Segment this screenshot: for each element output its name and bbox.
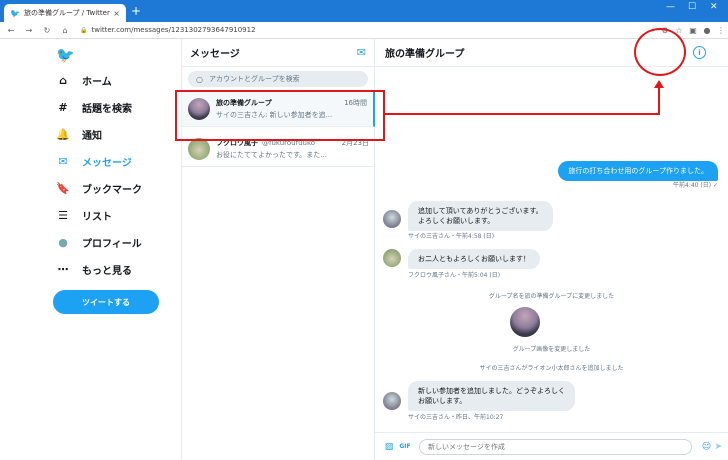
bookmark-icon: 🔖 [56, 181, 70, 195]
annotation-connector-line [385, 113, 660, 115]
nav-bookmarks[interactable]: 🔖 ブックマーク [56, 179, 142, 197]
more-icon: ⋯ [57, 262, 69, 276]
message-composer: ▨ GIF ☺ ➤ [375, 432, 728, 460]
home-icon[interactable]: ⌂ [58, 26, 72, 35]
maximize-button[interactable]: ☐ [688, 2, 696, 12]
incoming-message-2-meta: フクロウ風子さん・午前5:04 (日) [408, 272, 501, 279]
nav-label: ホーム [82, 76, 112, 88]
incoming-message-1-meta: サイの三吉さん・午前4:58 (日) [408, 233, 495, 240]
annotation-connector-vertical [658, 87, 660, 115]
envelope-icon: ✉ [58, 154, 68, 168]
outgoing-message-meta: 午前4:40 (日) ✓ [673, 182, 718, 189]
emoji-icon[interactable]: ☺ [698, 442, 714, 452]
url-field[interactable]: 🔒 twitter.com/messages/12313027936479109… [80, 26, 658, 34]
browser-tab-bar: 🐦 旅の準備グループ / Twitter × + — ☐ ✕ [0, 0, 728, 22]
bell-icon: 🔔 [56, 127, 70, 141]
new-message-icon[interactable]: ✉ [357, 46, 366, 59]
annotation-arrow-icon [654, 80, 664, 88]
profile-avatar-icon: ● [58, 235, 68, 249]
extension-icon-2[interactable]: ▣ [686, 26, 700, 35]
rhino-avatar [383, 210, 401, 228]
close-window-button[interactable]: ✕ [710, 2, 718, 12]
message-text: お願いします。 [418, 397, 467, 405]
conversation-search[interactable]: ○ アカウントとグループを検索 [188, 71, 368, 87]
menu-icon[interactable]: ⋮ [714, 26, 728, 35]
send-icon[interactable]: ➤ [714, 442, 722, 452]
incoming-message-1: 追加して頂いてありがとうございます。 よろしくお願いします。 [408, 201, 553, 231]
message-input[interactable] [419, 438, 693, 455]
nav-more[interactable]: ⋯ もっと見る [56, 260, 133, 278]
conversation-panel: 旅の準備グループ i 旅行の打ち合わせ用のグループ作りました。 午前4:40 (… [375, 39, 728, 460]
owl-avatar [383, 249, 401, 267]
tab-title: 旅の準備グループ / Twitter [23, 9, 110, 17]
twitter-bird-icon: 🐦 [10, 8, 20, 18]
new-tab-button[interactable]: + [131, 4, 141, 18]
twitter-logo-icon[interactable]: 🐦 [56, 46, 75, 64]
group-image [510, 307, 540, 337]
left-navigation: 🐦 ⌂ ホーム # 話題を検索 🔔 通知 ✉ メッセージ 🔖 ブックマーク ☰ … [0, 39, 181, 460]
rhino-avatar [383, 392, 401, 410]
hashtag-icon: # [58, 100, 68, 114]
nav-explore[interactable]: # 話題を検索 [56, 98, 132, 116]
gif-icon[interactable]: GIF [397, 443, 413, 450]
lock-icon: 🔒 [80, 26, 88, 34]
messages-title: メッセージ [190, 49, 240, 60]
nav-lists[interactable]: ☰ リスト [56, 206, 112, 224]
browser-tab[interactable]: 🐦 旅の準備グループ / Twitter × [4, 4, 126, 22]
conversation-title: 旅の準備グループ [385, 49, 465, 60]
nav-label: プロフィール [82, 238, 142, 250]
outgoing-message: 旅行の打ち合わせ用のグループ作りました。 [558, 161, 718, 181]
message-text: 追加して頂いてありがとうございます。 [418, 207, 543, 215]
nav-label: 話題を検索 [82, 103, 132, 115]
owl-avatar [188, 138, 210, 160]
forward-icon[interactable]: → [22, 26, 36, 35]
message-text: 新しい参加者を追加しました。どうぞよろしく [418, 387, 565, 395]
address-bar: ← → ↻ ⌂ 🔒 twitter.com/messages/123130279… [0, 22, 728, 39]
incoming-message-2: お二人ともよろしくお願いします！ [408, 249, 540, 269]
home-icon: ⌂ [59, 73, 67, 87]
image-icon[interactable]: ▨ [381, 442, 397, 452]
nav-label: リスト [82, 211, 112, 223]
tab-close-icon[interactable]: × [113, 9, 120, 18]
message-list-header: メッセージ ✉ [182, 39, 374, 67]
annotation-highlight-box [175, 90, 385, 141]
nav-label: 通知 [82, 130, 102, 142]
message-text: よろしくお願いします。 [418, 217, 495, 225]
incoming-message-3: 新しい参加者を追加しました。どうぞよろしく お願いします。 [408, 381, 575, 411]
incoming-message-3-meta: サイの三吉さん・昨日、午前10:27 [408, 414, 504, 421]
nav-label: メッセージ [82, 157, 132, 169]
tweet-button[interactable]: ツイートする [53, 290, 159, 314]
back-icon[interactable]: ← [4, 26, 18, 35]
system-message-rename: グループ名を旅の準備グループに変更しました [488, 293, 615, 300]
minimize-button[interactable]: — [666, 2, 675, 12]
system-message-image: グループ画像を変更しました [512, 346, 591, 353]
nav-notifications[interactable]: 🔔 通知 [56, 125, 102, 143]
annotation-circle [634, 28, 686, 76]
system-message-added: サイの三吉さんがライオン小太郎さんを追加しました [479, 365, 624, 372]
info-icon[interactable]: i [693, 46, 706, 59]
nav-messages[interactable]: ✉ メッセージ [56, 152, 132, 170]
profile-icon[interactable]: ● [700, 26, 714, 35]
nav-home[interactable]: ⌂ ホーム [56, 71, 112, 89]
conversation-preview: お役にたててよかったです。また... [216, 151, 327, 159]
list-icon: ☰ [58, 208, 68, 222]
reload-icon[interactable]: ↻ [40, 26, 54, 35]
search-icon: ○ [196, 74, 203, 84]
search-placeholder: アカウントとグループを検索 [208, 75, 300, 83]
nav-label: もっと見る [82, 265, 132, 277]
nav-profile[interactable]: ● プロフィール [56, 233, 142, 251]
url-text: twitter.com/messages/1231302793647910912 [91, 26, 256, 34]
nav-label: ブックマーク [82, 184, 142, 196]
